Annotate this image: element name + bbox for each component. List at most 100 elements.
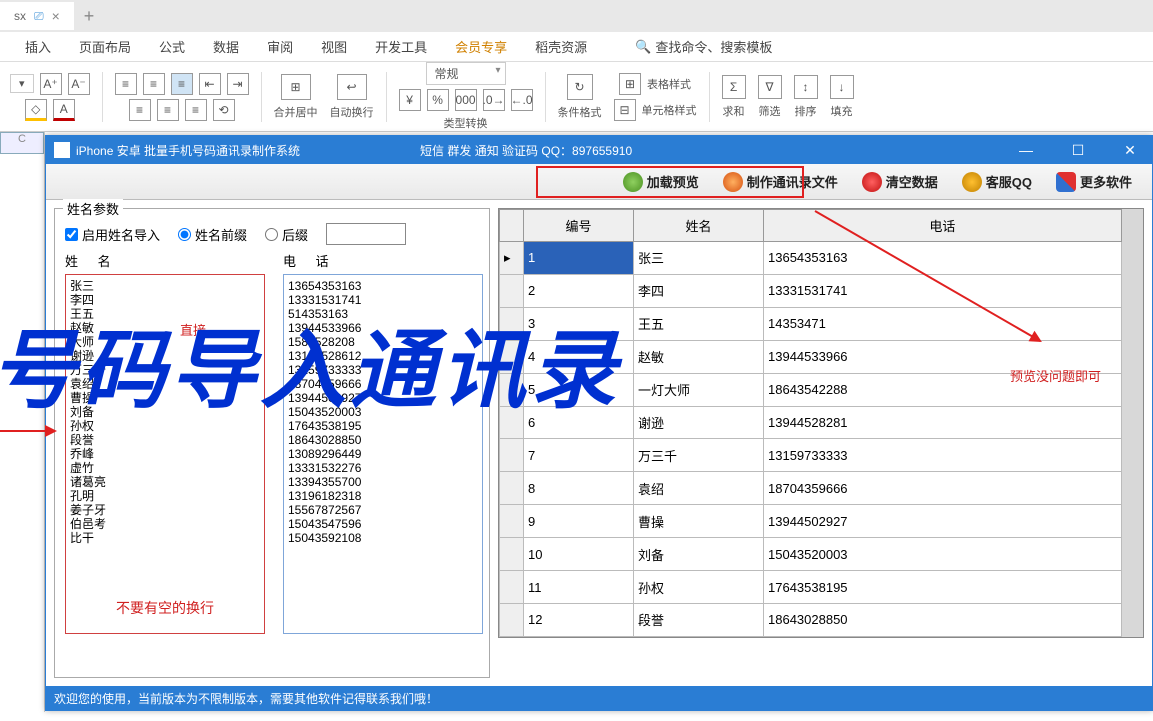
list-item: 谢逊 <box>70 349 260 363</box>
table-row[interactable]: 12 段誉 18643028850 <box>500 603 1122 636</box>
inc-decimal-icon[interactable]: .0→ <box>483 89 505 111</box>
table-row[interactable]: 10 刘备 15043520003 <box>500 538 1122 571</box>
maximize-button[interactable]: ☐ <box>1064 142 1092 159</box>
align-center-icon[interactable]: ≡ <box>157 99 179 121</box>
group-legend: 姓名参数 <box>63 199 123 218</box>
fill-icon[interactable]: ↓ <box>830 75 854 99</box>
table-row[interactable]: ▸ 1 张三 13654353163 <box>500 242 1122 275</box>
menu-review[interactable]: 审阅 <box>267 37 293 56</box>
font-increase-icon[interactable]: A⁺ <box>40 73 62 95</box>
list-item: 13159733333 <box>288 363 478 377</box>
clear-data-button[interactable]: 清空数据 <box>862 172 938 192</box>
col-header-c[interactable]: C <box>0 132 44 154</box>
load-icon <box>623 172 643 192</box>
sort-label[interactable]: 排序 <box>795 103 817 119</box>
orient-icon[interactable]: ⟲ <box>213 99 235 121</box>
grid-scrollbar[interactable] <box>1122 209 1143 637</box>
preview-ok-note: 预览没问题即可 <box>1010 366 1101 385</box>
list-item: 13196182318 <box>288 489 478 503</box>
list-item: 13944533966 <box>288 321 478 335</box>
font-color-icon[interactable]: A <box>53 99 75 121</box>
filter-label[interactable]: 筛选 <box>759 103 781 119</box>
prefix-text-input[interactable] <box>326 223 406 245</box>
names-textarea[interactable]: 张三李四王五赵敏大师谢逊万三千袁绍曹操刘备孙权段誉乔峰虚竹诸葛亮孔明姜子牙伯邑考… <box>65 274 265 634</box>
tblstyle-icon[interactable]: ⊞ <box>619 73 641 95</box>
sort-icon[interactable]: ↕ <box>794 75 818 99</box>
table-row[interactable]: 8 袁绍 18704359666 <box>500 472 1122 505</box>
dialog-titlebar[interactable]: iPhone 安卓 批量手机号码通讯录制作系统 短信 群发 通知 验证码 QQ：… <box>46 136 1152 164</box>
align-bot-icon[interactable]: ≡ <box>171 73 193 95</box>
grid-col-id[interactable]: 编号 <box>524 210 634 242</box>
more-software-button[interactable]: 更多软件 <box>1056 172 1132 192</box>
suffix-radio[interactable]: 后缀 <box>265 225 308 244</box>
menu-dev[interactable]: 开发工具 <box>375 37 427 56</box>
menu-view[interactable]: 视图 <box>321 37 347 56</box>
cellstyle-icon[interactable]: ⊟ <box>614 99 636 121</box>
fill-label[interactable]: 填充 <box>831 103 853 119</box>
table-row[interactable]: 11 孙权 17643538195 <box>500 571 1122 604</box>
list-item: 姜子牙 <box>70 503 260 517</box>
table-row[interactable]: 6 谢逊 13944528281 <box>500 406 1122 439</box>
grid-col-tel[interactable]: 电话 <box>764 210 1122 242</box>
currency-icon[interactable]: ¥ <box>399 89 421 111</box>
indent-dec-icon[interactable]: ⇤ <box>199 73 221 95</box>
menu-data[interactable]: 数据 <box>213 37 239 56</box>
search-link[interactable]: 🔍 查找命令、搜索模板 <box>635 37 772 56</box>
grid-col-name[interactable]: 姓名 <box>634 210 764 242</box>
merge-icon[interactable]: ⊞ <box>281 74 311 100</box>
align-mid-icon[interactable]: ≡ <box>143 73 165 95</box>
sum-label[interactable]: 求和 <box>723 103 745 119</box>
load-preview-button[interactable]: 加载预览 <box>623 172 699 192</box>
wrap-label: 自动换行 <box>330 104 374 120</box>
make-file-button[interactable]: 制作通讯录文件 <box>723 172 838 192</box>
sum-icon[interactable]: Σ <box>722 75 746 99</box>
list-item: 18704359666 <box>288 377 478 391</box>
condfmt-label[interactable]: 条件格式 <box>558 104 602 120</box>
menu-layout[interactable]: 页面布局 <box>79 37 131 56</box>
filter-icon[interactable]: ∇ <box>758 75 782 99</box>
close-button[interactable]: ✕ <box>1116 142 1144 159</box>
minimize-button[interactable]: — <box>1012 142 1040 158</box>
fill-color-icon[interactable]: ◇ <box>25 99 47 121</box>
menu-formula[interactable]: 公式 <box>159 37 185 56</box>
preview-grid[interactable]: 编号 姓名 电话 ▸ 1 张三 13654353163 2 李四 1333153… <box>498 208 1144 638</box>
phones-textarea[interactable]: 1365435316313331531741514353163139445339… <box>283 274 483 634</box>
number-format-dropdown[interactable]: 常规 <box>426 62 506 85</box>
dialog-title: iPhone 安卓 批量手机号码通讯录制作系统 <box>76 142 300 159</box>
wrap-icon[interactable]: ↩ <box>337 74 367 100</box>
add-tab-button[interactable]: + <box>84 6 95 27</box>
tblstyle-label[interactable]: 表格样式 <box>647 76 691 92</box>
qq-support-button[interactable]: 客服QQ <box>962 172 1032 192</box>
prefix-radio[interactable]: 姓名前缀 <box>178 225 247 244</box>
indent-inc-icon[interactable]: ⇥ <box>227 73 249 95</box>
menu-resources[interactable]: 稻壳资源 <box>535 37 587 56</box>
list-item: 乔峰 <box>70 447 260 461</box>
table-row[interactable]: 2 李四 13331531741 <box>500 274 1122 307</box>
comma-icon[interactable]: 000 <box>455 89 477 111</box>
menu-vip[interactable]: 会员专享 <box>455 37 507 56</box>
align-right-icon[interactable]: ≡ <box>185 99 207 121</box>
spreadsheet-tab[interactable]: sx ⎚ × <box>0 2 74 30</box>
list-item: 袁绍 <box>70 377 260 391</box>
condfmt-icon[interactable]: ↻ <box>567 74 593 100</box>
phones-label: 电 话 <box>283 251 483 270</box>
cellstyle-label[interactable]: 单元格样式 <box>642 102 697 118</box>
typeconv-label[interactable]: 类型转换 <box>444 115 488 131</box>
dec-decimal-icon[interactable]: ←.0 <box>511 89 533 111</box>
menu-insert[interactable]: 插入 <box>25 37 51 56</box>
table-row[interactable]: 9 曹操 13944502927 <box>500 505 1122 538</box>
enable-name-import-checkbox[interactable]: 启用姓名导入 <box>65 225 160 244</box>
list-item: 刘备 <box>70 405 260 419</box>
list-item: 段誉 <box>70 433 260 447</box>
font-decrease-icon[interactable]: A⁻ <box>68 73 90 95</box>
arrow-to-names <box>0 430 55 432</box>
grid-corner <box>500 210 524 242</box>
list-item: 15567872567 <box>288 503 478 517</box>
menu-bar: 插入 页面布局 公式 数据 审阅 视图 开发工具 会员专享 稻壳资源 🔍 查找命… <box>0 32 1153 62</box>
percent-icon[interactable]: % <box>427 89 449 111</box>
table-row[interactable]: 7 万三千 13159733333 <box>500 439 1122 472</box>
align-left-icon[interactable]: ≡ <box>129 99 151 121</box>
close-tab-icon[interactable]: × <box>52 8 60 24</box>
align-top-icon[interactable]: ≡ <box>115 73 137 95</box>
font-dropdown[interactable]: ▾ <box>10 74 34 93</box>
